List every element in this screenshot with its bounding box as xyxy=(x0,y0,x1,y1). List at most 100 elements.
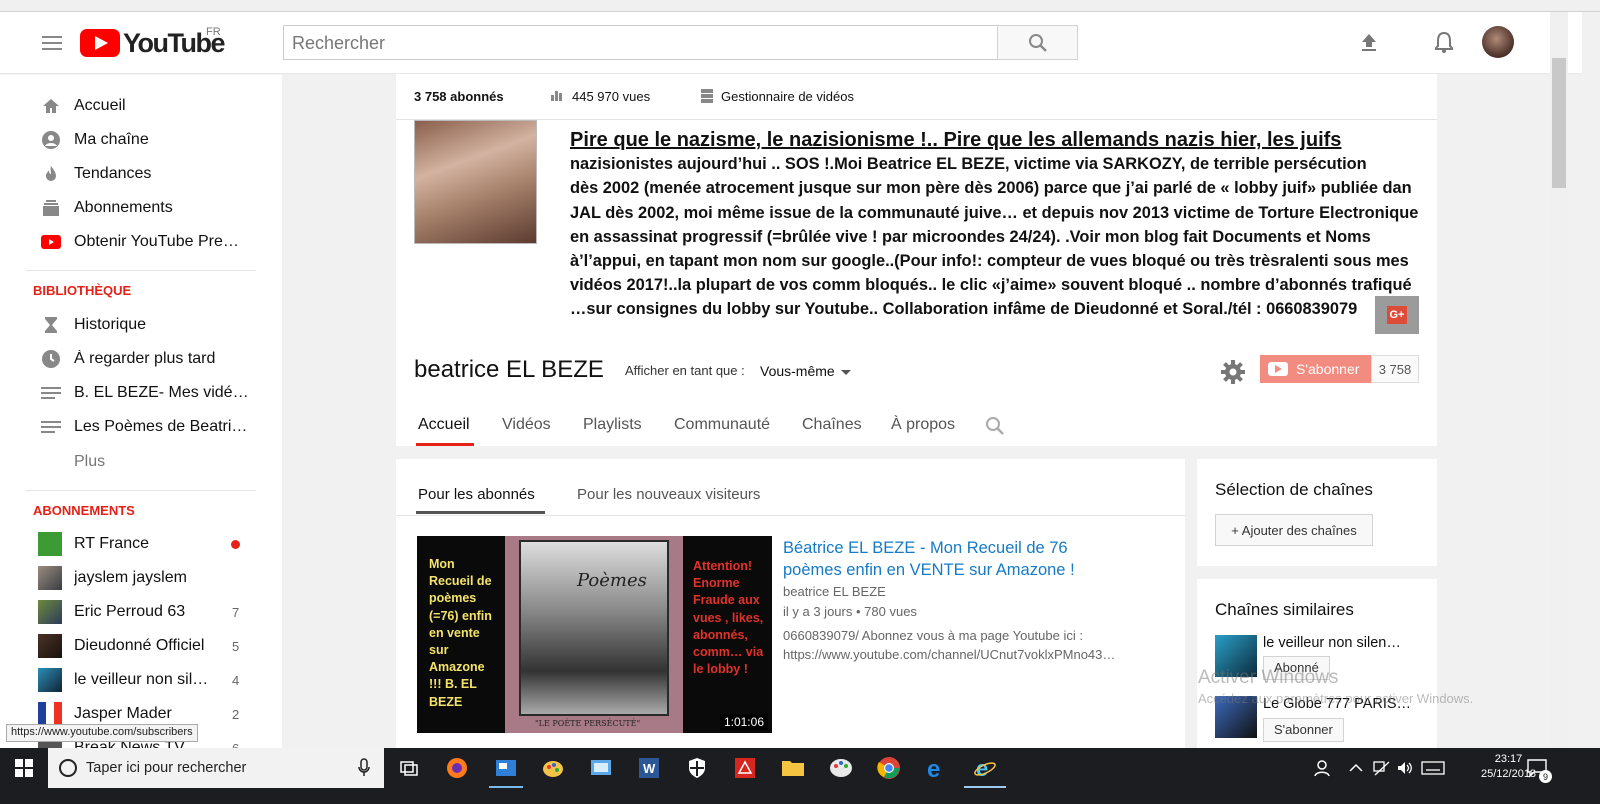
account-avatar[interactable] xyxy=(1482,26,1514,58)
paint-palette-icon[interactable] xyxy=(828,755,854,781)
sidebar-item-historique[interactable]: Historique xyxy=(0,308,282,342)
similar-channels-title: Chaînes similaires xyxy=(1215,600,1354,619)
task-view-icon[interactable] xyxy=(396,755,422,781)
tab-playlists[interactable]: Playlists xyxy=(583,416,642,434)
subscribers-stat[interactable]: 3 758 abonnés xyxy=(414,89,504,104)
banner-photo xyxy=(414,120,537,244)
subscription-item[interactable]: jayslem jayslem xyxy=(0,561,282,595)
search-input[interactable]: Rechercher xyxy=(283,25,998,60)
edge-icon[interactable]: e xyxy=(924,755,950,781)
channel-search-icon[interactable] xyxy=(985,416,1005,441)
active-subtab-indicator xyxy=(416,511,545,514)
tab-accueil[interactable]: Accueil xyxy=(418,416,470,434)
tab-videos[interactable]: Vidéos xyxy=(502,416,551,434)
taskbar-search-box[interactable]: Taper ici pour rechercher xyxy=(48,748,384,788)
pdf-reader-icon[interactable] xyxy=(732,755,758,781)
active-app-indicator xyxy=(489,786,523,788)
firefox-icon[interactable] xyxy=(444,755,470,781)
add-channels-button[interactable]: + Ajouter des chaînes xyxy=(1215,514,1373,546)
chrome-icon[interactable] xyxy=(876,755,902,781)
active-app-indicator xyxy=(964,786,1006,788)
sidebar-item-label: À regarder plus tard xyxy=(74,350,216,367)
video-channel-link[interactable]: beatrice EL BEZE xyxy=(783,584,886,599)
people-icon[interactable] xyxy=(1310,755,1336,781)
channel-banner: Pire que le nazisme, le nazisionisme !..… xyxy=(396,120,1437,334)
word-icon[interactable]: W xyxy=(636,755,662,781)
subscription-item[interactable]: Dieudonné Officiel 5 xyxy=(0,629,282,663)
sidebar-item-accueil[interactable]: Accueil xyxy=(0,89,282,123)
chevron-up-icon[interactable] xyxy=(1343,755,1369,781)
tab-a-propos[interactable]: À propos xyxy=(891,416,955,434)
volume-icon[interactable] xyxy=(1392,755,1418,781)
banner-line: en assassinat progressif (=brûlée vive !… xyxy=(570,227,1371,246)
banner-line: à’l’appui, en tapant mon nom sur google.… xyxy=(570,252,1409,271)
view-as-label: Afficher en tant que : xyxy=(625,363,745,378)
sidebar-item-playlist-poemes[interactable]: Les Poèmes de Beatri… xyxy=(0,410,282,444)
sidebar-item-ma-chaine[interactable]: Ma chaîne xyxy=(0,123,282,157)
subscribe-button-small[interactable]: S'abonner xyxy=(1263,718,1344,742)
gear-icon[interactable] xyxy=(1218,357,1248,387)
channel-thumbnail xyxy=(38,634,62,658)
windows-start-icon[interactable] xyxy=(0,748,48,788)
sidebar-item-abonnements[interactable]: Abonnements xyxy=(0,191,282,225)
sidebar-item-playlist-videos[interactable]: B. EL BEZE- Mes vidéo… xyxy=(0,376,282,410)
subscription-item[interactable]: le veilleur non sil… 4 xyxy=(0,663,282,697)
video-manager-link[interactable]: Gestionnaire de vidéos xyxy=(721,89,854,104)
subscription-label: RT France xyxy=(74,535,149,552)
sidebar-divider xyxy=(26,490,256,491)
paint-app-icon[interactable] xyxy=(540,755,566,781)
scrollbar-thumb[interactable] xyxy=(1552,58,1566,188)
search-button[interactable] xyxy=(997,25,1078,60)
sidebar-item-label: Historique xyxy=(74,316,147,333)
channel-header-card: 3 758 abonnés 445 970 vues Gestionnaire … xyxy=(396,74,1437,446)
subscription-label: jayslem jayslem xyxy=(74,569,187,586)
subscriptions-icon xyxy=(41,198,61,218)
file-explorer-icon[interactable] xyxy=(780,755,806,781)
channel-thumbnail xyxy=(38,668,62,692)
microphone-icon[interactable] xyxy=(358,758,370,781)
sidebar-item-plus[interactable]: Plus xyxy=(0,445,282,479)
menu-icon[interactable] xyxy=(42,36,62,50)
views-stat[interactable]: 445 970 vues xyxy=(572,89,650,104)
region-label: FR xyxy=(206,26,221,38)
sidebar-item-tendances[interactable]: Tendances xyxy=(0,157,282,191)
subscription-item[interactable]: Eric Perroud 63 7 xyxy=(0,595,282,629)
new-content-dot xyxy=(231,540,240,549)
subscription-label: Eric Perroud 63 xyxy=(74,603,186,620)
google-plus-link[interactable]: G+ xyxy=(1375,296,1419,334)
sidebar-item-youtube-premium[interactable]: Obtenir YouTube Prem… xyxy=(0,225,282,259)
youtube-play-icon xyxy=(1268,362,1288,376)
security-shield-icon[interactable] xyxy=(684,755,710,781)
subscribe-button[interactable]: S'abonner xyxy=(1260,355,1371,383)
tab-communaute[interactable]: Communauté xyxy=(674,416,770,434)
subscriptions-heading[interactable]: ABONNEMENTS xyxy=(33,503,135,518)
library-heading[interactable]: BIBLIOTHÈQUE xyxy=(33,283,131,298)
video-duration: 1:01:06 xyxy=(719,714,768,730)
youtube-logo[interactable]: YouTube xyxy=(80,28,225,58)
keyboard-icon[interactable] xyxy=(1420,755,1446,781)
subtab-subscribers[interactable]: Pour les abonnés xyxy=(418,486,535,503)
internet-explorer-icon[interactable]: e xyxy=(972,755,998,781)
youtube-header: YouTube FR Rechercher xyxy=(0,12,1582,74)
view-as-dropdown[interactable]: Vous-même xyxy=(760,363,851,379)
new-videos-count: 2 xyxy=(232,707,240,722)
notifications-bell-icon[interactable] xyxy=(1430,28,1458,56)
description-line: https://www.youtube.com/channel/UCnut7vo… xyxy=(783,647,1116,662)
subscription-item[interactable]: RT France xyxy=(0,527,282,561)
video-meta: il y a 3 jours • 780 vues xyxy=(783,604,917,619)
network-icon[interactable] xyxy=(1368,755,1394,781)
action-center-icon[interactable]: 9 xyxy=(1524,755,1552,783)
sidebar-item-label: Abonnements xyxy=(74,199,173,216)
similar-channel-name[interactable]: le veilleur non silen… xyxy=(1263,635,1423,651)
tab-chaines[interactable]: Chaînes xyxy=(802,416,862,434)
video-thumbnail[interactable]: Mon Recueil de poèmes (=76) enfin en ven… xyxy=(417,536,772,733)
news-app-icon[interactable] xyxy=(493,755,519,781)
sidebar-item-watch-later[interactable]: À regarder plus tard xyxy=(0,342,282,376)
upload-icon[interactable] xyxy=(1355,28,1383,56)
caret-down-icon xyxy=(840,369,851,375)
subtab-new-visitors[interactable]: Pour les nouveaux visiteurs xyxy=(577,486,760,503)
control-panel-icon[interactable] xyxy=(588,755,614,781)
page-scrollbar[interactable] xyxy=(1550,12,1568,748)
new-videos-count: 7 xyxy=(232,605,240,620)
video-title-link[interactable]: Béatrice EL BEZE - Mon Recueil de 76 poè… xyxy=(783,537,1113,581)
